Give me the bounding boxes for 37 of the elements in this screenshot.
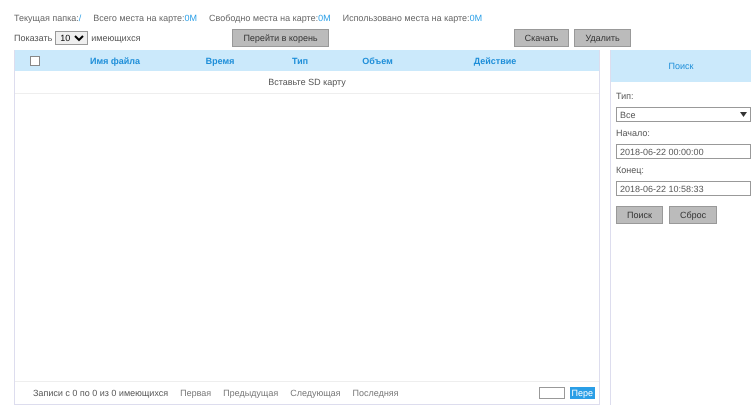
column-header: Имя файла xyxy=(88,56,141,66)
select-all-checkbox[interactable] xyxy=(30,56,40,66)
empty-message: Вставьте SD карту xyxy=(15,71,599,94)
info-value: / xyxy=(78,13,82,23)
info-label: Использовано места на карте: xyxy=(342,13,470,23)
pager-link[interactable]: Следующая xyxy=(290,388,341,398)
reset-button[interactable]: Сброс xyxy=(668,206,718,224)
column-header: Объем xyxy=(361,56,394,66)
type-label: Тип: xyxy=(616,91,635,101)
pager-link[interactable]: Первая xyxy=(180,388,212,398)
info-value: 0M xyxy=(184,13,198,23)
start-time-field[interactable]: 2018-06-22 00:00:00 xyxy=(616,144,751,159)
end-time-field[interactable]: 2018-06-22 10:58:33 xyxy=(616,181,751,196)
info-value: 0M xyxy=(318,13,331,23)
caret-icon xyxy=(740,112,747,117)
end-label: Конец: xyxy=(616,165,645,175)
column-header: Действие xyxy=(472,56,518,66)
page-size-select[interactable]: 10 xyxy=(55,31,88,45)
info-label: Текущая папка: xyxy=(14,13,79,23)
show-label: Показать xyxy=(14,33,52,43)
info-value: 0M xyxy=(470,13,482,23)
column-header: Время xyxy=(204,56,236,66)
search-button[interactable]: Поиск xyxy=(616,206,663,224)
info-label: Всего места на карте: xyxy=(93,13,185,23)
pager-link[interactable]: Последняя xyxy=(352,388,399,398)
search-panel-title: Поиск xyxy=(611,50,751,82)
info-label: Свободно места на карте: xyxy=(209,13,318,23)
column-header: Тип xyxy=(290,56,310,66)
delete-button[interactable]: Удалить xyxy=(574,29,631,47)
records-summary: Записи с 0 по 0 из 0 имеющихся xyxy=(33,388,168,398)
root-button[interactable]: Перейти в корень xyxy=(232,29,329,47)
start-label: Начало: xyxy=(616,128,651,138)
show-label: имеющихся xyxy=(91,33,140,43)
download-button[interactable]: Скачать xyxy=(514,29,570,47)
type-select[interactable]: Все xyxy=(616,107,751,122)
page-input[interactable] xyxy=(538,387,564,399)
pager-link[interactable]: Предыдущая xyxy=(223,388,278,398)
